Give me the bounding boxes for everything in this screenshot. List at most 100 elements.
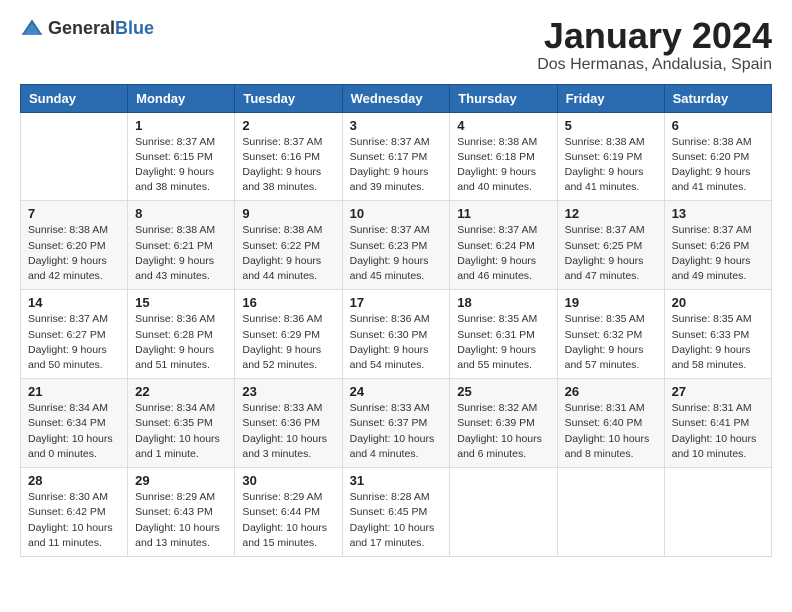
day-number: 8 xyxy=(135,206,227,221)
calendar-table: SundayMondayTuesdayWednesdayThursdayFrid… xyxy=(20,84,772,557)
day-number: 11 xyxy=(457,206,549,221)
day-number: 20 xyxy=(672,295,764,310)
logo: GeneralBlue xyxy=(20,16,154,40)
day-detail: Sunrise: 8:29 AMSunset: 6:43 PMDaylight:… xyxy=(135,490,227,551)
calendar-cell: 1 Sunrise: 8:37 AMSunset: 6:15 PMDaylight… xyxy=(128,112,235,201)
calendar-cell: 29 Sunrise: 8:29 AMSunset: 6:43 PMDayligh… xyxy=(128,468,235,557)
weekday-header-sunday: Sunday xyxy=(21,84,128,112)
day-number: 16 xyxy=(242,295,334,310)
week-row-3: 14 Sunrise: 8:37 AMSunset: 6:27 PMDayligh… xyxy=(21,290,772,379)
calendar-cell: 11 Sunrise: 8:37 AMSunset: 6:24 PMDayligh… xyxy=(450,201,557,290)
calendar-cell: 20 Sunrise: 8:35 AMSunset: 6:33 PMDayligh… xyxy=(664,290,771,379)
day-number: 6 xyxy=(672,118,764,133)
calendar-cell xyxy=(21,112,128,201)
day-number: 24 xyxy=(350,384,443,399)
day-number: 5 xyxy=(565,118,657,133)
day-detail: Sunrise: 8:38 AMSunset: 6:22 PMDaylight:… xyxy=(242,223,334,284)
day-detail: Sunrise: 8:37 AMSunset: 6:15 PMDaylight:… xyxy=(135,135,227,196)
calendar-cell: 14 Sunrise: 8:37 AMSunset: 6:27 PMDayligh… xyxy=(21,290,128,379)
day-detail: Sunrise: 8:34 AMSunset: 6:35 PMDaylight:… xyxy=(135,401,227,462)
day-detail: Sunrise: 8:33 AMSunset: 6:36 PMDaylight:… xyxy=(242,401,334,462)
day-number: 1 xyxy=(135,118,227,133)
day-detail: Sunrise: 8:28 AMSunset: 6:45 PMDaylight:… xyxy=(350,490,443,551)
day-number: 22 xyxy=(135,384,227,399)
day-number: 19 xyxy=(565,295,657,310)
calendar-cell xyxy=(664,468,771,557)
month-title: January 2024 xyxy=(537,16,772,56)
calendar-cell: 8 Sunrise: 8:38 AMSunset: 6:21 PMDaylight… xyxy=(128,201,235,290)
calendar-cell: 26 Sunrise: 8:31 AMSunset: 6:40 PMDayligh… xyxy=(557,379,664,468)
day-detail: Sunrise: 8:33 AMSunset: 6:37 PMDaylight:… xyxy=(350,401,443,462)
day-detail: Sunrise: 8:29 AMSunset: 6:44 PMDaylight:… xyxy=(242,490,334,551)
calendar-cell: 15 Sunrise: 8:36 AMSunset: 6:28 PMDayligh… xyxy=(128,290,235,379)
calendar-cell: 18Sunrise: 8:35 AMSunset: 6:31 PMDayligh… xyxy=(450,290,557,379)
day-detail: Sunrise: 8:37 AMSunset: 6:24 PMDaylight:… xyxy=(457,223,549,284)
calendar-cell: 25 Sunrise: 8:32 AMSunset: 6:39 PMDayligh… xyxy=(450,379,557,468)
calendar-cell: 4Sunrise: 8:38 AMSunset: 6:18 PMDaylight… xyxy=(450,112,557,201)
day-detail: Sunrise: 8:35 AMSunset: 6:33 PMDaylight:… xyxy=(672,312,764,373)
calendar-cell: 24 Sunrise: 8:33 AMSunset: 6:37 PMDayligh… xyxy=(342,379,450,468)
calendar-cell: 12Sunrise: 8:37 AMSunset: 6:25 PMDayligh… xyxy=(557,201,664,290)
day-number: 4 xyxy=(457,118,549,133)
day-detail: Sunrise: 8:38 AMSunset: 6:21 PMDaylight:… xyxy=(135,223,227,284)
day-number: 15 xyxy=(135,295,227,310)
calendar-cell: 5 Sunrise: 8:38 AMSunset: 6:19 PMDaylight… xyxy=(557,112,664,201)
week-row-4: 21Sunrise: 8:34 AMSunset: 6:34 PMDayligh… xyxy=(21,379,772,468)
logo-icon xyxy=(20,16,44,40)
week-row-1: 1 Sunrise: 8:37 AMSunset: 6:15 PMDaylight… xyxy=(21,112,772,201)
calendar-cell xyxy=(450,468,557,557)
day-number: 10 xyxy=(350,206,443,221)
day-detail: Sunrise: 8:37 AMSunset: 6:23 PMDaylight:… xyxy=(350,223,443,284)
day-number: 9 xyxy=(242,206,334,221)
day-detail: Sunrise: 8:38 AMSunset: 6:19 PMDaylight:… xyxy=(565,135,657,196)
day-detail: Sunrise: 8:31 AMSunset: 6:40 PMDaylight:… xyxy=(565,401,657,462)
day-number: 29 xyxy=(135,473,227,488)
weekday-header-tuesday: Tuesday xyxy=(235,84,342,112)
day-number: 27 xyxy=(672,384,764,399)
day-detail: Sunrise: 8:37 AMSunset: 6:27 PMDaylight:… xyxy=(28,312,120,373)
day-number: 30 xyxy=(242,473,334,488)
calendar-cell: 3Sunrise: 8:37 AMSunset: 6:17 PMDaylight… xyxy=(342,112,450,201)
day-detail: Sunrise: 8:37 AMSunset: 6:25 PMDaylight:… xyxy=(565,223,657,284)
day-number: 13 xyxy=(672,206,764,221)
calendar-cell: 7Sunrise: 8:38 AMSunset: 6:20 PMDaylight… xyxy=(21,201,128,290)
day-number: 21 xyxy=(28,384,120,399)
day-detail: Sunrise: 8:31 AMSunset: 6:41 PMDaylight:… xyxy=(672,401,764,462)
weekday-header-row: SundayMondayTuesdayWednesdayThursdayFrid… xyxy=(21,84,772,112)
calendar-cell: 9 Sunrise: 8:38 AMSunset: 6:22 PMDaylight… xyxy=(235,201,342,290)
calendar-cell: 2Sunrise: 8:37 AMSunset: 6:16 PMDaylight… xyxy=(235,112,342,201)
week-row-2: 7Sunrise: 8:38 AMSunset: 6:20 PMDaylight… xyxy=(21,201,772,290)
weekday-header-wednesday: Wednesday xyxy=(342,84,450,112)
week-row-5: 28Sunrise: 8:30 AMSunset: 6:42 PMDayligh… xyxy=(21,468,772,557)
day-number: 17 xyxy=(350,295,443,310)
day-detail: Sunrise: 8:38 AMSunset: 6:20 PMDaylight:… xyxy=(28,223,120,284)
day-number: 28 xyxy=(28,473,120,488)
calendar-cell: 27 Sunrise: 8:31 AMSunset: 6:41 PMDayligh… xyxy=(664,379,771,468)
day-detail: Sunrise: 8:36 AMSunset: 6:29 PMDaylight:… xyxy=(242,312,334,373)
weekday-header-monday: Monday xyxy=(128,84,235,112)
calendar-cell xyxy=(557,468,664,557)
day-detail: Sunrise: 8:32 AMSunset: 6:39 PMDaylight:… xyxy=(457,401,549,462)
day-number: 18 xyxy=(457,295,549,310)
calendar-cell: 22 Sunrise: 8:34 AMSunset: 6:35 PMDayligh… xyxy=(128,379,235,468)
calendar-cell: 16 Sunrise: 8:36 AMSunset: 6:29 PMDayligh… xyxy=(235,290,342,379)
day-number: 26 xyxy=(565,384,657,399)
calendar-cell: 6Sunrise: 8:38 AMSunset: 6:20 PMDaylight… xyxy=(664,112,771,201)
logo-text-general: General xyxy=(48,18,115,38)
day-detail: Sunrise: 8:36 AMSunset: 6:30 PMDaylight:… xyxy=(350,312,443,373)
calendar-cell: 30 Sunrise: 8:29 AMSunset: 6:44 PMDayligh… xyxy=(235,468,342,557)
day-number: 23 xyxy=(242,384,334,399)
day-number: 31 xyxy=(350,473,443,488)
day-number: 14 xyxy=(28,295,120,310)
day-detail: Sunrise: 8:37 AMSunset: 6:16 PMDaylight:… xyxy=(242,135,334,196)
page-header: GeneralBlue January 2024 Dos Hermanas, A… xyxy=(20,16,772,74)
day-number: 25 xyxy=(457,384,549,399)
weekday-header-saturday: Saturday xyxy=(664,84,771,112)
day-detail: Sunrise: 8:36 AMSunset: 6:28 PMDaylight:… xyxy=(135,312,227,373)
calendar-cell: 23 Sunrise: 8:33 AMSunset: 6:36 PMDayligh… xyxy=(235,379,342,468)
weekday-header-friday: Friday xyxy=(557,84,664,112)
title-area: January 2024 Dos Hermanas, Andalusia, Sp… xyxy=(537,16,772,74)
day-detail: Sunrise: 8:37 AMSunset: 6:17 PMDaylight:… xyxy=(350,135,443,196)
calendar-cell: 28Sunrise: 8:30 AMSunset: 6:42 PMDayligh… xyxy=(21,468,128,557)
day-detail: Sunrise: 8:35 AMSunset: 6:32 PMDaylight:… xyxy=(565,312,657,373)
